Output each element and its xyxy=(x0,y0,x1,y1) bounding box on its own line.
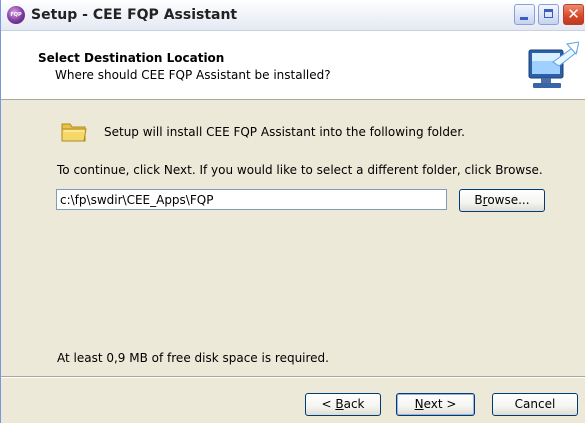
wizard-header: Select Destination Location Where should… xyxy=(1,31,585,100)
next-label-accel: N xyxy=(414,397,424,411)
back-label-post: ack xyxy=(343,397,365,411)
app-icon[interactable]: FQP xyxy=(7,6,25,24)
minimize-icon xyxy=(520,17,528,20)
back-label-accel: B xyxy=(335,397,344,411)
maximize-button[interactable] xyxy=(538,4,559,25)
next-button[interactable]: Next > xyxy=(396,393,475,416)
browse-label-post: owse... xyxy=(487,193,530,207)
disk-space-requirement: At least 0,9 MB of free disk space is re… xyxy=(57,351,329,365)
setup-window: FQP Setup - CEE FQP Assistant ✕ Select D… xyxy=(0,0,585,423)
back-label-pre: < xyxy=(321,397,336,411)
back-button[interactable]: < Back xyxy=(305,393,381,416)
continue-instructions: To continue, click Next. If you would li… xyxy=(57,163,543,177)
folder-icon xyxy=(61,123,87,142)
minimize-button[interactable] xyxy=(514,4,535,25)
browse-button[interactable]: Browse... xyxy=(459,189,545,212)
next-label-post: ext > xyxy=(423,397,457,411)
setup-wizard-computer-icon xyxy=(523,40,579,97)
cancel-button[interactable]: Cancel xyxy=(492,393,578,416)
close-button[interactable]: ✕ xyxy=(563,4,584,25)
footer-divider xyxy=(1,376,585,378)
install-folder-message: Setup will install CEE FQP Assistant int… xyxy=(104,125,465,139)
page-subtitle: Where should CEE FQP Assistant be instal… xyxy=(55,68,331,82)
page-title: Select Destination Location xyxy=(38,51,225,65)
browse-label-pre: B xyxy=(474,193,483,207)
maximize-icon xyxy=(544,9,553,18)
close-icon: ✕ xyxy=(567,5,580,23)
title-bar[interactable]: FQP Setup - CEE FQP Assistant ✕ xyxy=(1,0,585,31)
destination-path-input[interactable] xyxy=(56,189,447,210)
window-title: Setup - CEE FQP Assistant xyxy=(31,7,238,23)
